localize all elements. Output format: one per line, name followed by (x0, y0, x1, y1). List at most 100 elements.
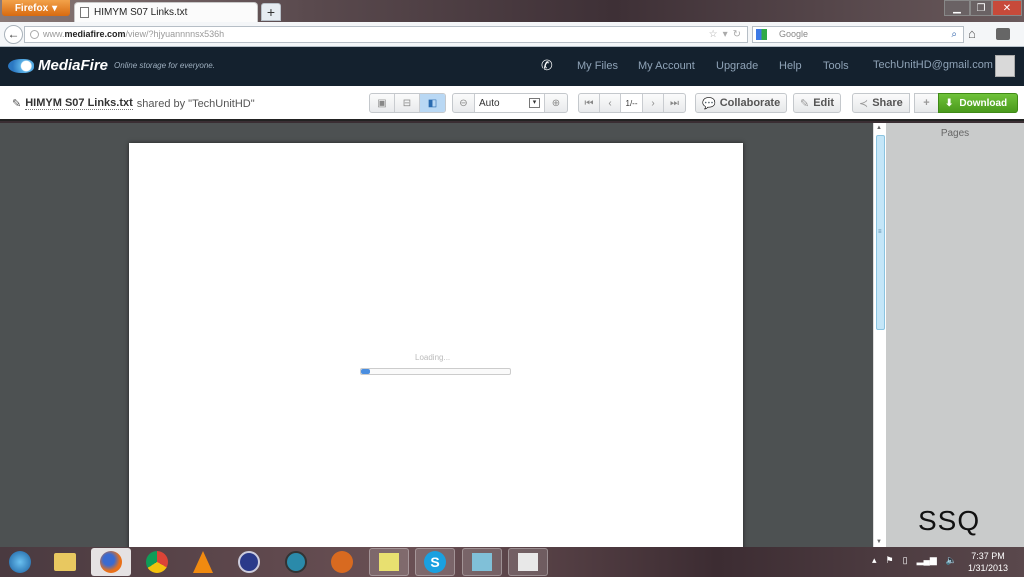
document-icon (80, 7, 89, 18)
new-tab-button[interactable]: + (261, 3, 281, 21)
loading-text: Loading... (415, 353, 451, 362)
pencil-icon: ✎ (800, 97, 810, 110)
google-icon (756, 29, 767, 40)
single-page-view-button[interactable]: ▣ (370, 94, 395, 112)
nav-tools[interactable]: Tools (823, 60, 849, 72)
scroll-down-icon[interactable]: ▼ (876, 539, 882, 545)
page-nav-group: ⏮ ‹ 1/-- › ⏭ (578, 93, 686, 113)
sidebar-icon: ◧ (427, 97, 438, 109)
network-icon[interactable]: ▂▄▆ (917, 555, 937, 566)
zoom-in-button[interactable]: ⊕ (545, 94, 567, 112)
taskbar-keepass[interactable] (229, 548, 269, 576)
close-icon: ✕ (1002, 2, 1012, 14)
sidebar-view-button[interactable]: ◧ (420, 94, 445, 112)
back-button[interactable]: ← (4, 25, 23, 44)
close-button[interactable]: ✕ (992, 0, 1022, 16)
url-path: /view/?hjyuannnnsx536h (125, 29, 225, 39)
firefox-menu-button[interactable]: Firefox ▾ (2, 0, 70, 16)
avatar[interactable] (995, 55, 1015, 77)
nav-my-account[interactable]: My Account (638, 60, 695, 72)
search-icon[interactable]: ⌕ (951, 27, 957, 42)
start-button[interactable] (0, 548, 40, 576)
restore-button[interactable]: ❐ (970, 0, 992, 16)
pages-panel: Pages SSQ (886, 123, 1024, 547)
zoom-select[interactable]: Auto ▾ (475, 94, 545, 112)
volume-icon[interactable]: 🔈 (946, 555, 957, 566)
grip-icon: ≡ (878, 229, 882, 235)
battery-icon[interactable]: ▯ (903, 555, 908, 566)
next-page-button[interactable]: › (643, 94, 664, 112)
edit-label: Edit (813, 97, 834, 109)
zoom-out-button[interactable]: ⊖ (453, 94, 475, 112)
taskbar-notepad[interactable] (462, 548, 502, 576)
search-input[interactable]: Google ⌕ (752, 26, 964, 43)
folder-icon (54, 553, 76, 571)
star-icon[interactable]: ☆ (709, 27, 718, 42)
nav-my-files[interactable]: My Files (577, 60, 618, 72)
image-icon: ▣ (377, 97, 387, 109)
restore-icon: ❐ (976, 2, 986, 14)
first-page-button[interactable]: ⏮ (579, 94, 600, 112)
file-title[interactable]: HIMYM S07 Links.txt (25, 97, 133, 110)
mediafire-logo[interactable]: MediaFire Online storage for everyone. (8, 57, 215, 74)
taskbar-media[interactable] (276, 548, 316, 576)
navigation-bar: ← www.mediafire.com/view/?hjyuannnnsx536… (0, 22, 1024, 47)
minimize-button[interactable]: ▁ (944, 0, 970, 16)
prev-page-button[interactable]: ‹ (600, 94, 621, 112)
dropdown-icon[interactable]: ▾ (723, 27, 728, 42)
url-domain: mediafire.com (64, 29, 126, 39)
page-indicator[interactable]: 1/-- (621, 94, 643, 112)
taskbar-sticky-notes[interactable] (369, 548, 409, 576)
scroll-thumb[interactable]: ≡ (876, 135, 885, 330)
video-icon (518, 553, 538, 571)
user-email[interactable]: TechUnitHD@gmail.com (873, 59, 993, 71)
logo-text: MediaFire (38, 57, 109, 74)
url-bar[interactable]: www.mediafire.com/view/?hjyuannnnsx536h … (24, 26, 748, 43)
collaborate-button[interactable]: 💬 Collaborate (695, 93, 788, 113)
last-page-button[interactable]: ⏭ (664, 94, 685, 112)
reload-icon[interactable]: ↻ (733, 27, 741, 42)
taskbar-chrome[interactable] (137, 548, 177, 576)
book-icon: ⊟ (402, 97, 412, 109)
share-icon: ≺ (859, 97, 869, 110)
pencil-icon[interactable]: ✎ (12, 97, 21, 110)
zoom-out-icon: ⊖ (459, 97, 468, 109)
phone-icon[interactable]: ✆ (541, 57, 553, 74)
clock[interactable]: 7:37 PM 1/31/2013 (962, 550, 1014, 574)
clock-date: 1/31/2013 (967, 563, 1009, 573)
nav-upgrade[interactable]: Upgrade (716, 60, 758, 72)
taskbar-skype[interactable]: S (415, 548, 455, 576)
scroll-up-icon[interactable]: ▲ (876, 125, 882, 131)
download-button[interactable]: ⬇ Download (938, 93, 1018, 113)
taskbar-vlc[interactable] (183, 548, 223, 576)
nav-help[interactable]: Help (779, 60, 802, 72)
taskbar-explorer[interactable] (45, 548, 85, 576)
home-icon[interactable]: ⌂ (968, 26, 976, 41)
chat-icon: 💬 (702, 97, 716, 110)
collaborate-label: Collaborate (719, 97, 781, 109)
arrow-left-icon: ← (7, 27, 20, 41)
browser-tab[interactable]: HIMYM S07 Links.txt (74, 2, 258, 22)
tab-title: HIMYM S07 Links.txt (94, 7, 188, 18)
minimize-icon: ▁ (953, 2, 961, 14)
zoom-value: Auto (479, 97, 500, 109)
flag-icon[interactable]: ⚑ (886, 555, 894, 566)
book-view-button[interactable]: ⊟ (395, 94, 420, 112)
chevron-left-icon: ‹ (608, 97, 612, 109)
flame-logo-icon (8, 58, 34, 73)
vertical-scrollbar[interactable]: ▲ ≡ ▼ (873, 123, 886, 547)
edit-button[interactable]: ✎ Edit (793, 93, 841, 113)
mediafire-header: MediaFire Online storage for everyone. ✆… (0, 47, 1024, 86)
zoom-in-icon: ⊕ (551, 97, 561, 109)
share-button[interactable]: ≺ Share (852, 93, 910, 113)
bookmarks-icon[interactable] (996, 28, 1010, 40)
taskbar-game[interactable] (322, 548, 362, 576)
taskbar-firefox[interactable] (91, 548, 131, 576)
add-button[interactable]: + (914, 93, 939, 113)
search-placeholder: Google (779, 29, 809, 39)
taskbar-video[interactable] (508, 548, 548, 576)
lock-icon (238, 551, 260, 573)
show-hidden-icons[interactable]: ▴ (872, 555, 877, 566)
tagline: Online storage for everyone. (114, 61, 215, 70)
clock-time: 7:37 PM (971, 551, 1005, 561)
